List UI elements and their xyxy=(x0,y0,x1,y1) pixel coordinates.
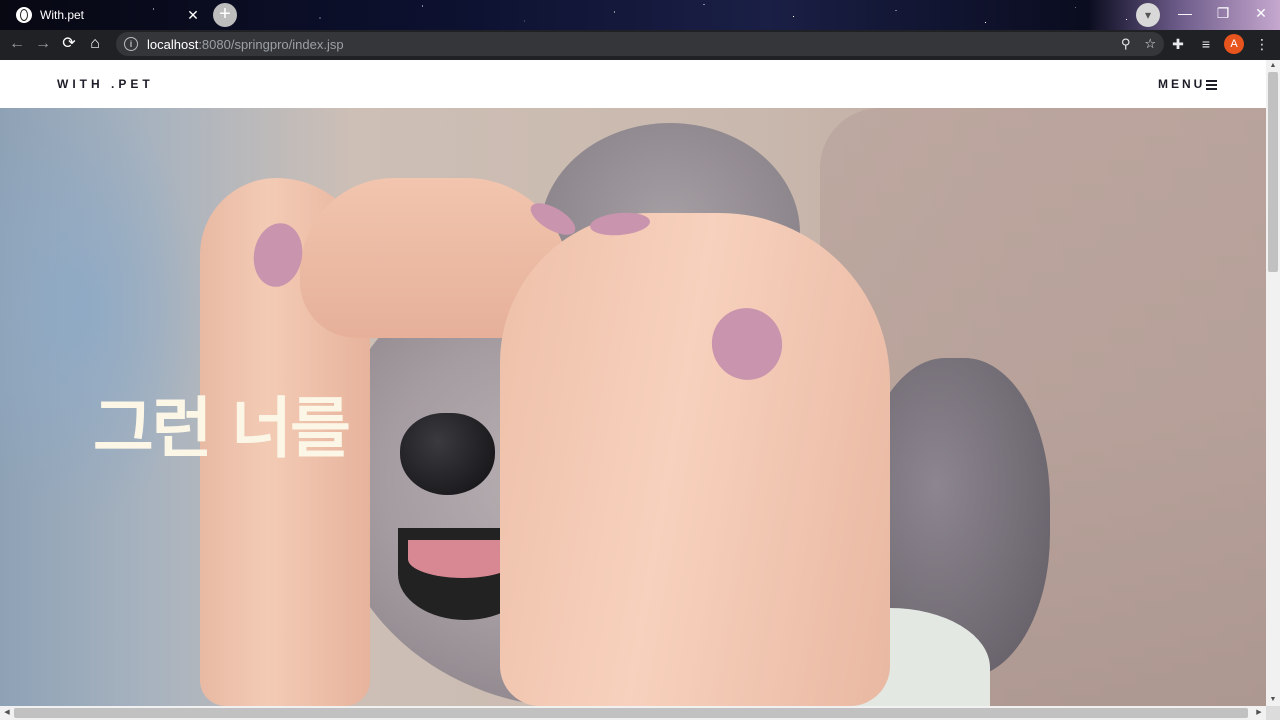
vertical-scrollbar[interactable]: ▲ ▼ xyxy=(1266,60,1280,706)
more-menu-icon[interactable]: ⋮ xyxy=(1252,36,1272,53)
tab-title: With.pet xyxy=(40,8,85,22)
address-bar[interactable]: i localhost:8080/springpro/index.jsp ⚲ ☆ xyxy=(116,32,1164,56)
site-logo[interactable]: WITH .PET xyxy=(57,77,154,91)
horizontal-scroll-thumb[interactable] xyxy=(14,708,1248,718)
forward-icon[interactable]: → xyxy=(30,31,56,57)
url-path: :8080/springpro/index.jsp xyxy=(198,36,344,52)
menu-label: MENU xyxy=(1158,77,1206,91)
tab-withpet[interactable]: With.pet ✕ xyxy=(8,2,208,28)
site-header: WITH .PET MENU xyxy=(0,60,1266,108)
scroll-left-icon[interactable]: ◀ xyxy=(0,706,14,720)
scroll-down-icon[interactable]: ▼ xyxy=(1266,694,1280,706)
hero-headline: 그런 너를 xyxy=(93,390,351,467)
home-icon[interactable]: ⌂ xyxy=(82,31,108,57)
scroll-right-icon[interactable]: ▶ xyxy=(1252,706,1266,720)
extension-icons: ✚ ≡ A ⋮ xyxy=(1168,30,1272,58)
site-info-icon[interactable]: i xyxy=(124,37,138,51)
browser-toolbar: ← → ⟳ ⌂ i localhost:8080/springpro/index… xyxy=(0,30,1280,58)
zoom-search-icon[interactable]: ⚲ xyxy=(1121,36,1131,52)
horizontal-scrollbar[interactable]: ◀ ▶ xyxy=(0,706,1266,720)
back-icon[interactable]: ← xyxy=(4,31,30,57)
hero-image: 그런 너를 xyxy=(0,108,1266,706)
close-tab-icon[interactable]: ✕ xyxy=(184,7,202,24)
window-controls: — ❐ ✕ xyxy=(1166,0,1280,30)
bookmark-star-icon[interactable]: ☆ xyxy=(1144,36,1156,52)
minimize-button[interactable]: — xyxy=(1166,0,1204,30)
web-page: WITH .PET MENU 그런 너를 xyxy=(0,60,1266,706)
tab-search-icon[interactable]: ▾ xyxy=(1136,3,1160,27)
right-hand xyxy=(500,213,890,706)
dog-nose xyxy=(400,413,495,495)
vertical-scroll-thumb[interactable] xyxy=(1268,72,1278,272)
reload-icon[interactable]: ⟳ xyxy=(56,31,82,57)
hamburger-icon xyxy=(1206,79,1218,90)
profile-avatar[interactable]: A xyxy=(1224,34,1244,54)
url-text: localhost:8080/springpro/index.jsp xyxy=(147,37,344,52)
tab-strip: With.pet ✕ + ▾ — ❐ ✕ xyxy=(0,0,1280,30)
reading-list-icon[interactable]: ≡ xyxy=(1196,36,1216,52)
globe-icon xyxy=(16,7,32,23)
menu-button[interactable]: MENU xyxy=(1158,77,1218,91)
close-window-button[interactable]: ✕ xyxy=(1242,0,1280,30)
scrollbar-corner xyxy=(1266,706,1280,720)
scroll-up-icon[interactable]: ▲ xyxy=(1266,60,1280,72)
url-host: localhost xyxy=(147,36,199,52)
extensions-puzzle-icon[interactable]: ✚ xyxy=(1168,36,1188,53)
new-tab-button[interactable]: + xyxy=(213,3,237,27)
restore-button[interactable]: ❐ xyxy=(1204,0,1242,30)
